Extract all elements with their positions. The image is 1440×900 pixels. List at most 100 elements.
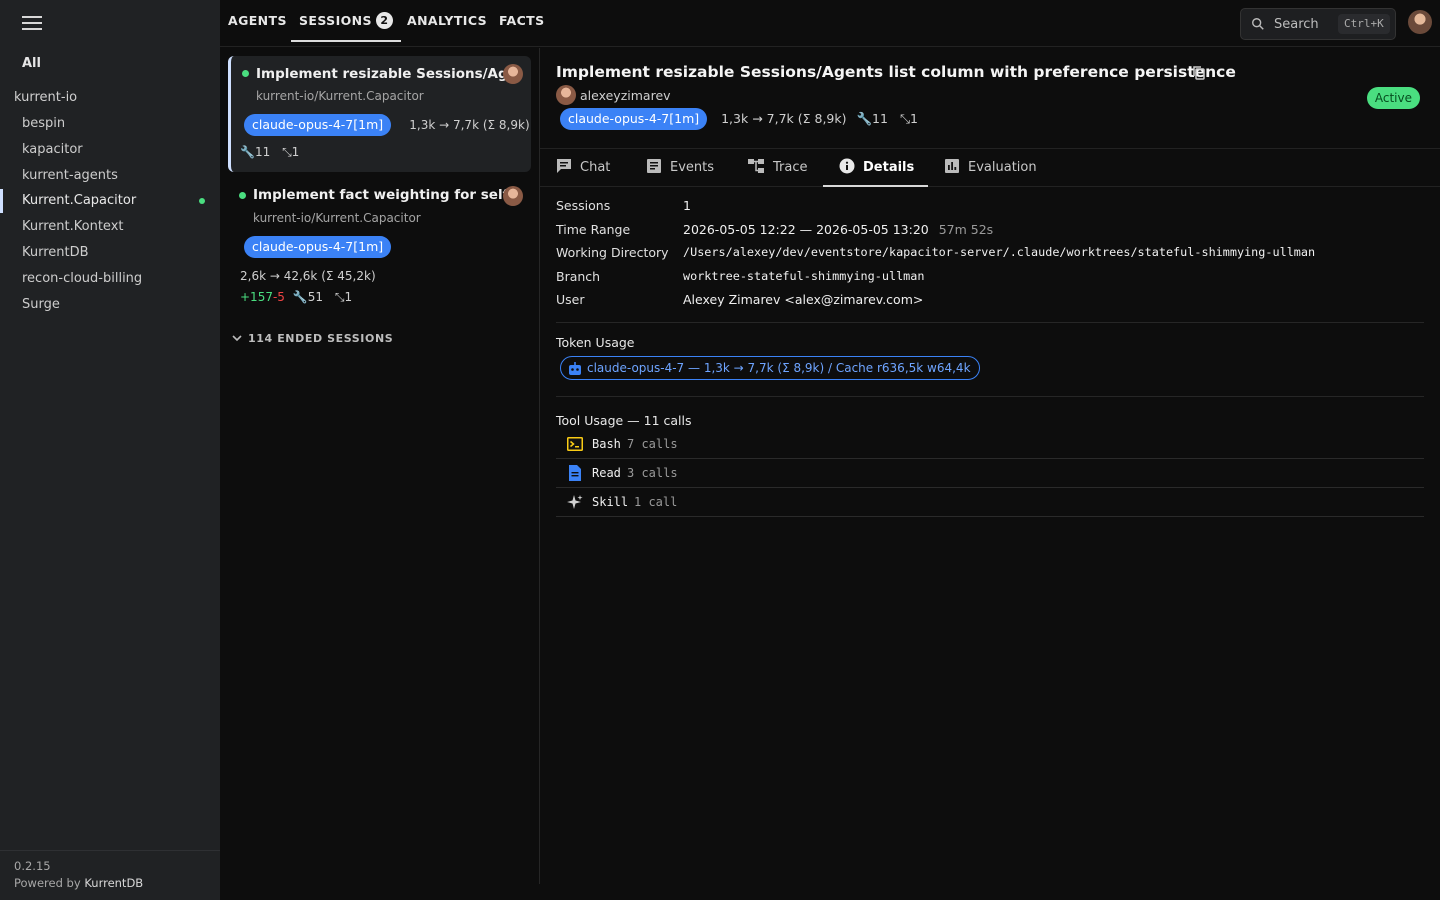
tab-analytics[interactable]: ANALYTICS [407,0,487,42]
tab-events[interactable]: Events [630,149,728,187]
menu-icon[interactable] [22,16,42,32]
tool-count: 11 [254,145,271,159]
subagent-count: 1 [291,145,300,159]
sidebar-item-kurrent-capacitor[interactable]: Kurrent.Capacitor [0,188,220,214]
wrench-icon: 🔧 [240,145,255,159]
ended-sessions-label: 114 ENDED SESSIONS [248,332,394,345]
divider [556,322,1424,323]
chat-icon [557,159,571,173]
time-range-value: 2026-05-05 12:22 — 2026-05-05 13:20 [683,222,929,237]
copy-icon[interactable] [1192,65,1206,81]
tool-row-read: Read 3 calls [556,459,1424,488]
tab-details-label: Details [863,160,915,175]
tool-usage-heading: Tool Usage — 11 calls [556,413,692,428]
tab-details[interactable]: Details [823,149,929,187]
sidebar-group-label[interactable]: kurrent-io [14,90,77,105]
tab-trace-label: Trace [773,160,808,175]
sidebar-item-recon-cloud-billing[interactable]: recon-cloud-billing [0,266,220,292]
status-badge: Active [1366,87,1420,109]
session-tool-stats: 🔧11 ⤡1 [240,145,299,160]
field-label: Sessions [556,198,611,213]
subagent-icon: ⤡ [899,111,910,126]
wrench-icon: 🔧 [856,111,873,126]
model-pill: claude-opus-4-7[1m] [244,236,392,258]
tab-agents[interactable]: AGENTS [228,0,287,42]
detail-tabs: Chat Events Trace Details Evaluation [540,148,1440,187]
session-user-name: alexeyzimarev [580,88,671,103]
tool-row-bash: Bash 7 calls [556,430,1424,459]
session-card[interactable]: Implement resizable Sessions/Ag... kurre… [228,56,531,172]
sparkle-icon [567,495,583,509]
tab-chat-label: Chat [580,160,611,175]
token-stats: 2,6k → 42,6k (Σ 45,2k) [240,269,376,283]
sidebar-item-bespin[interactable]: bespin [0,111,220,137]
file-icon [569,465,581,481]
sidebar-item-label: kapacitor [22,141,83,157]
session-title: Implement fact weighting for self... [253,187,524,203]
sidebar-item-label: recon-cloud-billing [22,270,143,286]
field-value: Alexey Zimarev <alex@zimarev.com> [683,292,924,307]
sidebar-item-kurrentdb[interactable]: KurrentDB [0,240,220,266]
tab-sessions[interactable]: SESSIONS 2 [291,0,401,42]
field-value: worktree-stateful-shimmying-ullman [683,269,925,283]
session-detail: Implement resizable Sessions/Agents list… [540,48,1440,900]
sidebar-footer: 0.2.15 Powered by KurrentDB [0,850,220,900]
session-avatar [503,186,523,206]
model-pill: claude-opus-4-7[1m] [244,114,392,136]
token-usage-pill: claude-opus-4-7 — 1,3k → 7,7k (Σ 8,9k) /… [560,356,980,380]
field-label: User [556,292,585,307]
tab-trace[interactable]: Trace [731,149,822,187]
powered-by-prefix: Powered by [14,876,81,890]
ended-sessions-toggle[interactable]: 114 ENDED SESSIONS [232,332,393,345]
status-dot [239,192,246,199]
robot-icon [569,362,581,375]
sidebar-item-label: bespin [22,116,66,131]
active-indicator-dot [199,198,205,205]
subagent-icon: ⤡ [334,290,345,304]
sidebar-item-kurrent-agents[interactable]: kurrent-agents [0,163,220,189]
tab-events-label: Events [670,160,715,175]
user-avatar[interactable] [1408,10,1432,34]
chart-icon [945,159,959,173]
session-list: Implement resizable Sessions/Ag... kurre… [220,48,540,884]
session-metrics: claude-opus-4-7[1m] 1,3k → 7,7k (Σ 8,9k)… [560,108,918,130]
avatar [556,85,576,105]
field-label: Working Directory [556,245,669,260]
tool-count: 11 [872,111,888,126]
field-value: 1 [683,198,691,213]
tab-chat[interactable]: Chat [540,149,624,187]
tool-name: Bash [592,437,621,451]
lines-removed: -5 [272,290,285,304]
session-title: Implement resizable Sessions/Ag... [256,66,524,82]
sidebar-repo-list: bespin kapacitor kurrent-agents Kurrent.… [0,111,220,317]
field-value: 2026-05-05 12:22 — 2026-05-05 13:20 57m … [683,222,993,237]
model-pill: claude-opus-4-7[1m] [560,108,708,130]
page-title: Implement resizable Sessions/Agents list… [556,63,1236,81]
subagent-count: 1 [909,111,918,126]
sidebar-item-label: KurrentDB [22,244,89,260]
sidebar-item-kurrent-kontext[interactable]: Kurrent.Kontext [0,214,220,240]
sidebar-item-label: Surge [22,296,60,312]
search-label: Search [1274,17,1319,32]
sidebar-item-surge[interactable]: Surge [0,292,220,318]
search-button[interactable]: Search Ctrl+K [1240,8,1396,40]
tool-calls: 3 calls [627,466,678,480]
session-card[interactable]: Implement fact weighting for self... kur… [228,178,531,308]
tab-facts[interactable]: FACTS [499,0,544,42]
field-label: Time Range [556,222,631,237]
sidebar-item-kapacitor[interactable]: kapacitor [0,137,220,163]
tab-evaluation[interactable]: Evaluation [928,149,1051,187]
session-metrics: claude-opus-4-7[1m] 1,3k → 7,7k (Σ 8,9k) [244,114,530,136]
trace-icon [748,159,764,173]
search-icon [1252,18,1264,30]
info-icon [839,158,855,174]
tool-name: Skill [592,495,629,509]
events-icon [647,159,661,173]
sidebar-item-label: kurrent-agents [22,167,118,183]
tab-sessions-label: SESSIONS [299,13,372,28]
token-stats: 1,3k → 7,7k (Σ 8,9k) [721,111,847,126]
sidebar: All kurrent-io bespin kapacitor kurrent-… [0,0,220,900]
field-label: Branch [556,269,601,284]
tool-row-skill: Skill 1 call [556,488,1424,517]
sidebar-all[interactable]: All [22,56,41,71]
